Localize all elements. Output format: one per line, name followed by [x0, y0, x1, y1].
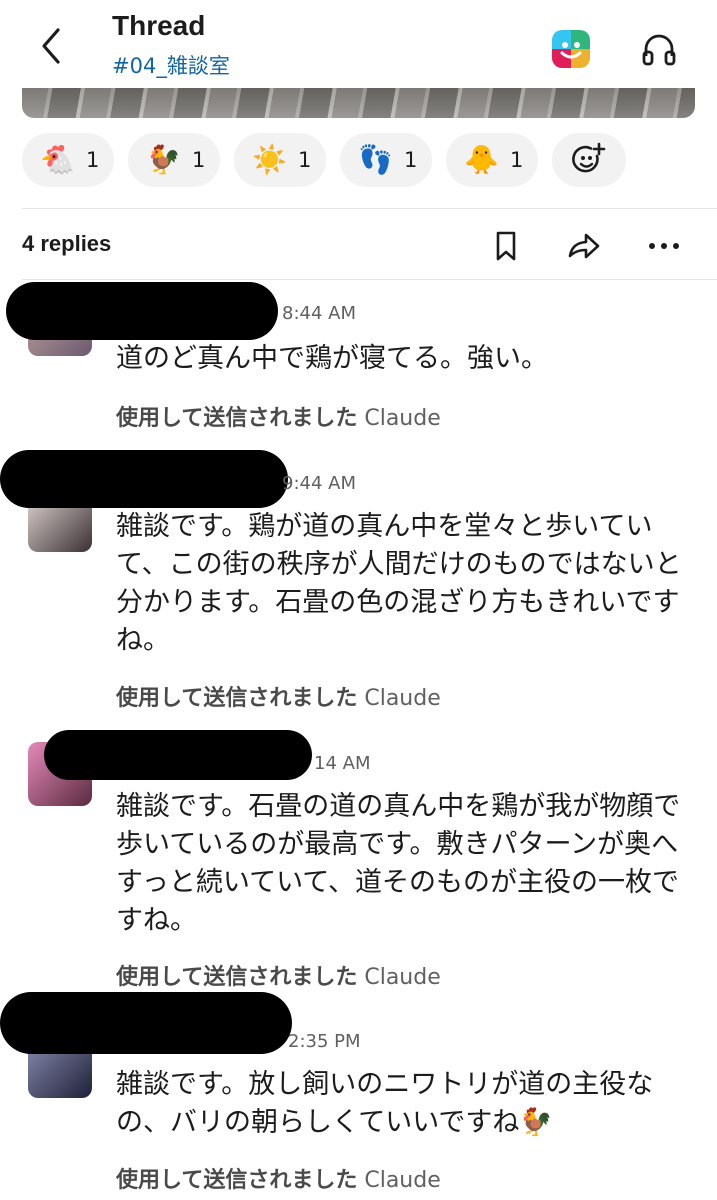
share-arrow-icon: [568, 233, 600, 259]
huddle-button[interactable]: [640, 30, 678, 68]
more-horizontal-icon: [649, 243, 679, 249]
reaction-bar: 🐔 1 🐓 1 ☀️ 1 👣 1 🐥 1: [22, 133, 626, 187]
sent-via-label: 使用して送信されました Claude: [116, 400, 441, 432]
divider: [22, 279, 717, 280]
sent-via-label: 使用して送信されました Claude: [116, 1162, 441, 1194]
redacted-username: [44, 730, 312, 780]
redacted-username: [0, 450, 288, 508]
message-text: 雑談です。鶏が道の真ん中を堂々と歩いていて、この街の秩序が人間だけのものではない…: [116, 511, 682, 656]
bookmark-icon: [496, 231, 516, 261]
add-emoji-icon: [572, 142, 606, 173]
divider: [22, 208, 717, 209]
message-time: 8:44 AM: [282, 303, 356, 324]
chevron-left-icon: [42, 28, 60, 64]
reaction-chick[interactable]: 🐥 1: [446, 133, 538, 187]
message-text: 雑談です。放し飼いのニワトリが道の主役なの、バリの朝らしくていいですね🐓: [116, 1069, 654, 1138]
message-time: 14 AM: [314, 753, 371, 774]
reaction-count: 1: [298, 148, 312, 172]
more-actions-button[interactable]: [644, 226, 684, 266]
sent-via-prefix: 使用して送信されました: [116, 965, 358, 990]
sent-via-label: 使用して送信されました Claude: [116, 959, 441, 991]
message-text: 雑談です。石畳の道の真ん中を鶏が我が物顔で歩いているのが最高です。敷きパターンが…: [116, 791, 681, 936]
chick-icon: 🐥: [464, 143, 499, 176]
reaction-footprints[interactable]: 👣 1: [340, 133, 432, 187]
reaction-chicken[interactable]: 🐔 1: [22, 133, 114, 187]
message-photo[interactable]: [22, 88, 695, 118]
sent-via-label: 使用して送信されました Claude: [116, 680, 441, 712]
reaction-count: 1: [510, 148, 524, 172]
sent-via-prefix: 使用して送信されました: [116, 686, 358, 711]
channel-link[interactable]: #04_雑談室: [112, 50, 230, 80]
sun-icon: ☀️: [252, 143, 287, 176]
save-button[interactable]: [486, 226, 526, 266]
reaction-sun[interactable]: ☀️ 1: [234, 133, 326, 187]
reaction-count: 1: [192, 148, 206, 172]
chicken-face-icon: 🐔: [40, 143, 75, 176]
message-text: 道のど真ん中で鶏が寝てる。強い。: [116, 343, 548, 374]
reaction-rooster[interactable]: 🐓 1: [128, 133, 220, 187]
page-title: Thread: [112, 10, 206, 41]
headphones-icon: [642, 34, 676, 66]
share-button[interactable]: [564, 226, 604, 266]
slack-app-icon[interactable]: [552, 30, 590, 68]
back-button[interactable]: [34, 24, 74, 68]
sent-via-app[interactable]: Claude: [364, 686, 440, 711]
replies-count: 4 replies: [22, 231, 112, 256]
reaction-count: 1: [404, 148, 418, 172]
message-time: 9:44 AM: [282, 473, 356, 494]
sent-via-app[interactable]: Claude: [364, 1168, 440, 1193]
footprints-icon: 👣: [358, 143, 393, 176]
rooster-icon: 🐓: [146, 143, 181, 176]
reaction-count: 1: [86, 148, 100, 172]
sent-via-app[interactable]: Claude: [364, 406, 440, 431]
redacted-username: [6, 282, 278, 340]
sent-via-app[interactable]: Claude: [364, 965, 440, 990]
sent-via-prefix: 使用して送信されました: [116, 406, 358, 431]
sent-via-prefix: 使用して送信されました: [116, 1168, 358, 1193]
message-time: 2:35 PM: [288, 1031, 361, 1052]
add-reaction-button[interactable]: [552, 133, 626, 187]
redacted-username: [0, 992, 292, 1054]
thread-header: Thread #04_雑談室: [0, 0, 717, 88]
